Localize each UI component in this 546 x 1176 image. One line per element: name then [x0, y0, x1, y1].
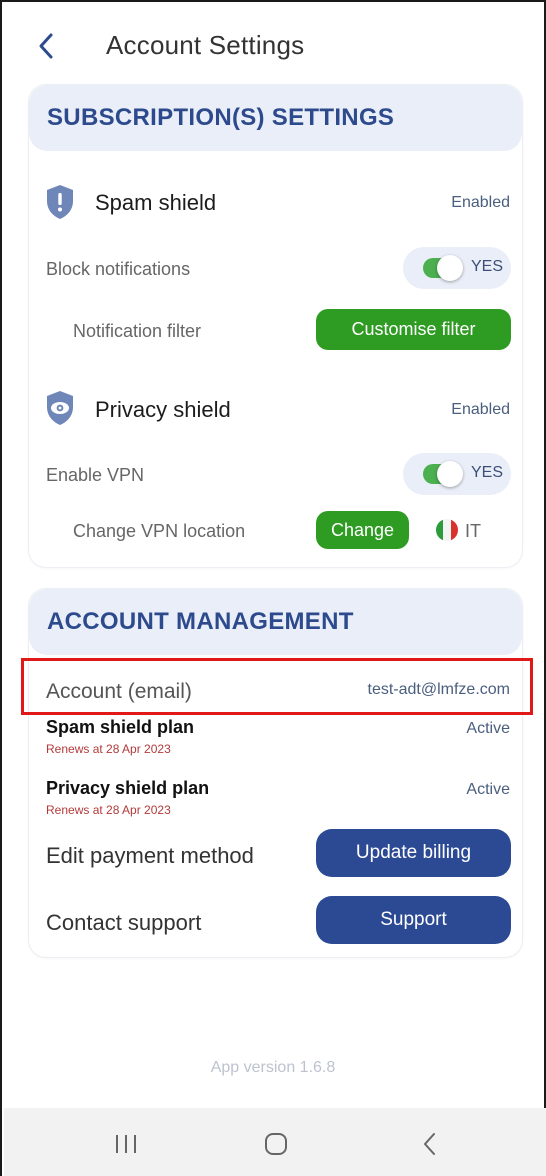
spam-plan-status: Active: [466, 720, 510, 737]
italy-flag-icon[interactable]: [435, 518, 459, 547]
subscriptions-card: SUBSCRIPTION(S) SETTINGS Spam shield Ena…: [28, 84, 523, 568]
privacy-shield-title: Privacy shield: [95, 397, 231, 422]
privacy-plan-status: Active: [466, 781, 510, 798]
home-icon: [265, 1133, 287, 1155]
spam-plan-renewal: Renews at 28 Apr 2023: [46, 742, 171, 756]
privacy-plan-title: Privacy shield plan: [46, 778, 210, 798]
spam-shield-status: Enabled: [451, 194, 510, 211]
block-notifications-toggle[interactable]: YES: [403, 247, 511, 289]
privacy-plan-renewal: Renews at 28 Apr 2023: [46, 803, 171, 817]
toggle-knob: [437, 255, 463, 281]
customise-filter-button[interactable]: Customise filter: [316, 309, 511, 350]
app-version: App version 1.6.8: [210, 1059, 336, 1076]
subscriptions-title: SUBSCRIPTION(S) SETTINGS: [47, 104, 395, 131]
recent-apps-button[interactable]: [106, 1126, 146, 1162]
payment-method-label: Edit payment method: [46, 843, 254, 868]
block-notifications-label: Block notifications: [46, 259, 191, 279]
enable-vpn-toggle[interactable]: YES: [403, 453, 511, 495]
highlight-box: [21, 658, 533, 715]
notification-filter-label: Notification filter: [73, 321, 202, 341]
top-bar: Account Settings: [2, 2, 544, 90]
privacy-shield-icon: [45, 390, 75, 431]
spam-shield-title: Spam shield: [95, 190, 217, 215]
vpn-location-label: Change VPN location: [73, 521, 246, 541]
toggle-state-label: YES: [471, 464, 504, 481]
app-screen: Account Settings SUBSCRIPTION(S) SETTING…: [0, 0, 546, 1176]
subscriptions-header: SUBSCRIPTION(S) SETTINGS: [29, 85, 522, 151]
back-button[interactable]: [30, 28, 62, 64]
toggle-state-label: YES: [471, 258, 504, 275]
privacy-shield-status: Enabled: [451, 401, 510, 418]
account-title: ACCOUNT MANAGEMENT: [47, 608, 354, 635]
enable-vpn-label: Enable VPN: [46, 465, 145, 485]
update-billing-button[interactable]: Update billing: [316, 829, 511, 877]
recent-apps-icon: [116, 1135, 136, 1153]
support-button[interactable]: Support: [316, 896, 511, 944]
back-arrow-icon: [39, 33, 53, 59]
system-nav-bar: [4, 1108, 546, 1176]
page-title: Account Settings: [106, 30, 305, 60]
nav-back-button[interactable]: [410, 1126, 450, 1162]
account-header: ACCOUNT MANAGEMENT: [29, 589, 522, 655]
home-button[interactable]: [256, 1126, 296, 1162]
vpn-country-code: IT: [465, 521, 481, 541]
contact-support-label: Contact support: [46, 910, 202, 935]
account-card: ACCOUNT MANAGEMENT Account (email) test-…: [28, 588, 523, 958]
toggle-knob: [437, 461, 463, 487]
spam-shield-icon: [45, 184, 75, 225]
change-location-button[interactable]: Change: [316, 511, 409, 549]
spam-plan-title: Spam shield plan: [46, 717, 195, 737]
nav-back-icon: [424, 1133, 435, 1155]
